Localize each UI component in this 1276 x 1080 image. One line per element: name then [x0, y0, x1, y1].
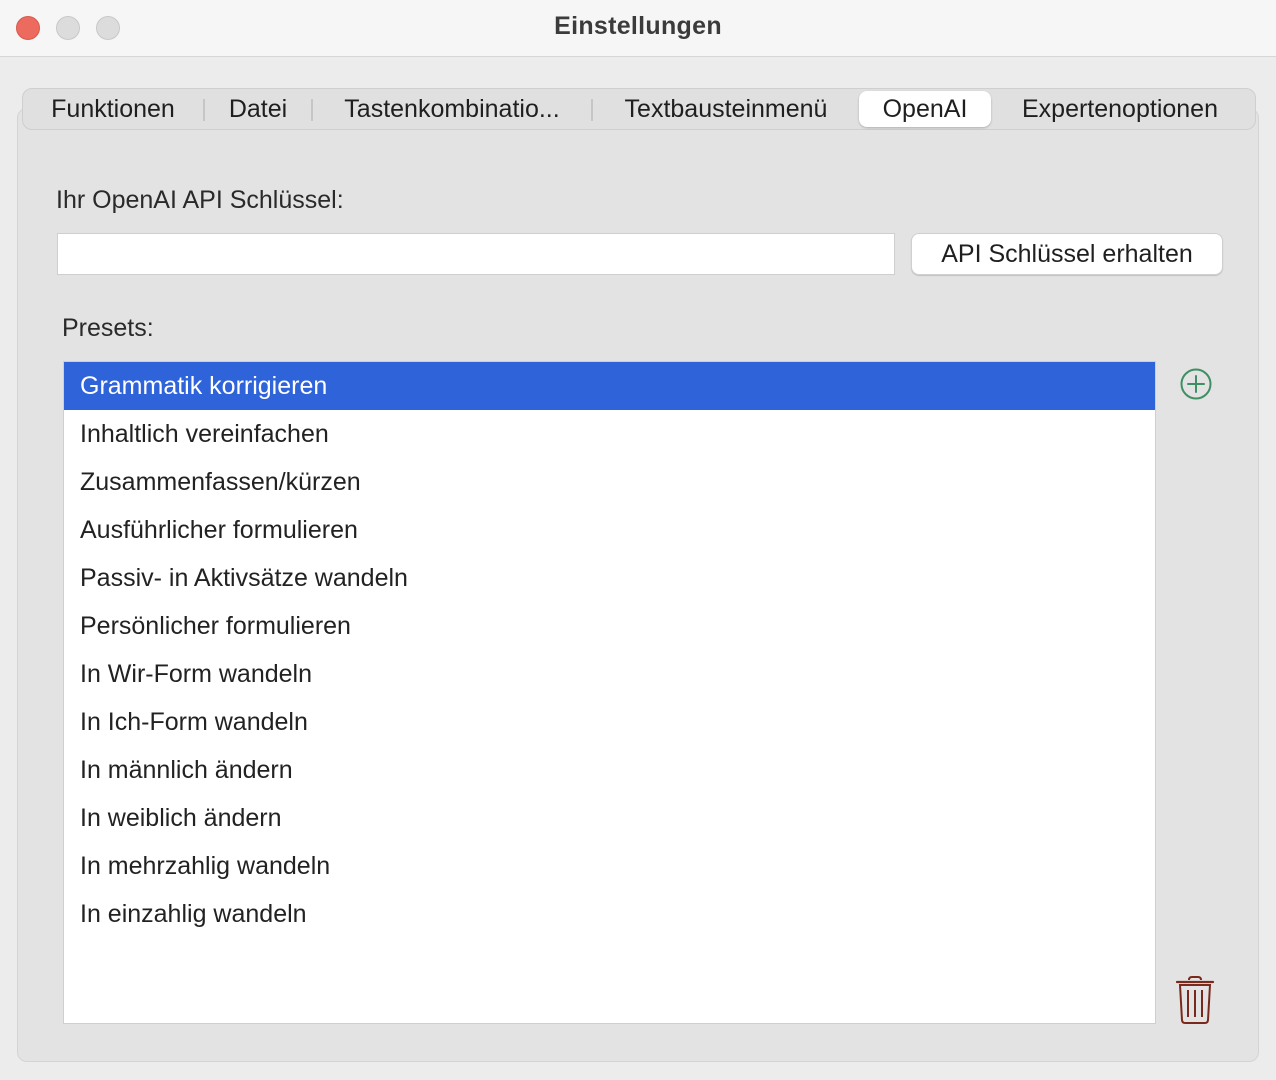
window-title: Einstellungen [554, 12, 722, 40]
title-bar: Einstellungen [0, 0, 1276, 57]
tab-separator [311, 99, 313, 121]
tab-expertenoptionen[interactable]: Expertenoptionen [1005, 89, 1235, 129]
tab-separator [203, 99, 205, 121]
preset-item-weiblich[interactable]: In weiblich ändern [64, 794, 1155, 842]
preset-item-einzahlig[interactable]: In einzahlig wandeln [64, 890, 1155, 938]
api-key-label: Ihr OpenAI API Schlüssel: [56, 186, 344, 214]
preset-item-maennlich[interactable]: In männlich ändern [64, 746, 1155, 794]
preset-item-grammatik-korrigieren[interactable]: Grammatik korrigieren [64, 362, 1155, 410]
tab-textbausteinmenue[interactable]: Textbausteinmenü [603, 89, 849, 129]
preset-item-wir-form[interactable]: In Wir-Form wandeln [64, 650, 1155, 698]
preset-item-passiv-aktiv[interactable]: Passiv- in Aktivsätze wandeln [64, 554, 1155, 602]
preset-item-inhaltlich-vereinfachen[interactable]: Inhaltlich vereinfachen [64, 410, 1155, 458]
tab-openai[interactable]: OpenAI [859, 91, 991, 127]
preset-item-ich-form[interactable]: In Ich-Form wandeln [64, 698, 1155, 746]
tab-funktionen[interactable]: Funktionen [33, 89, 193, 129]
get-api-key-button[interactable]: API Schlüssel erhalten [911, 233, 1223, 275]
tab-bar: Funktionen Datei Tastenkombinatio... Tex… [22, 88, 1256, 130]
tab-datei[interactable]: Datei [213, 89, 303, 129]
presets-label: Presets: [62, 314, 154, 342]
delete-preset-trash-icon[interactable] [1174, 975, 1216, 1025]
preset-item-zusammenfassen[interactable]: Zusammenfassen/kürzen [64, 458, 1155, 506]
preset-item-ausfuehrlicher[interactable]: Ausführlicher formulieren [64, 506, 1155, 554]
preset-item-mehrzahlig[interactable]: In mehrzahlig wandeln [64, 842, 1155, 890]
add-preset-icon[interactable] [1179, 367, 1213, 401]
presets-list[interactable]: Grammatik korrigieren Inhaltlich vereinf… [63, 361, 1156, 1024]
tab-separator [591, 99, 593, 121]
settings-window: Einstellungen Funktionen Datei Tastenkom… [0, 0, 1276, 1080]
preset-item-persoenlicher[interactable]: Persönlicher formulieren [64, 602, 1155, 650]
tab-tastenkombinationen[interactable]: Tastenkombinatio... [323, 89, 581, 129]
api-key-input[interactable] [57, 233, 895, 275]
